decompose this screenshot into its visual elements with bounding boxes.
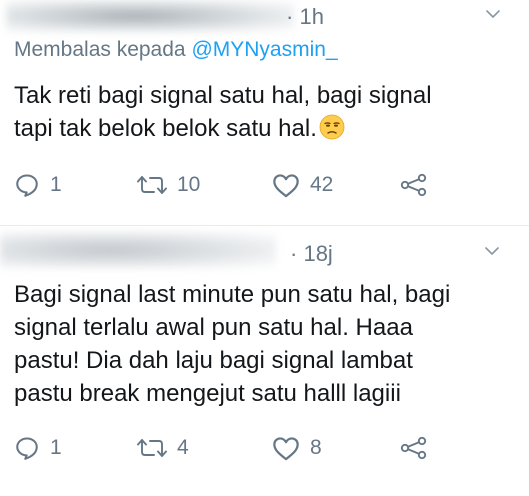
tweet-text: Tak reti bagi signal satu hal, bagi sign… [14, 79, 432, 145]
reply-icon [14, 172, 40, 198]
tweet-text-line: pastu break mengejut satu halll lagiii [14, 380, 401, 407]
tweet[interactable]: · 18j Bagi signal last minute pun satu h… [0, 226, 529, 496]
retweet-count: 4 [177, 436, 189, 459]
share-button[interactable] [400, 168, 428, 202]
like-button[interactable]: 42 [272, 168, 333, 202]
tweet-text-line: tapi tak belok belok satu hal. [14, 115, 317, 142]
reply-icon [14, 435, 40, 461]
like-count: 42 [310, 173, 334, 196]
meta-separator: · [286, 4, 294, 29]
tweet-text-line: Tak reti bagi signal satu hal, bagi sign… [14, 82, 432, 109]
tweet-actions: 1 4 8 [0, 431, 529, 465]
retweet-icon [137, 435, 167, 461]
share-icon [400, 172, 428, 198]
reply-button[interactable]: 1 [14, 168, 62, 202]
like-count: 8 [310, 436, 322, 459]
like-icon [272, 435, 300, 461]
unamused-face-emoji-icon [319, 114, 345, 140]
tweet-text-line: pastu! Dia dah laju bagi signal lambat [14, 347, 413, 374]
reply-prefix: Membalas kepada [14, 38, 186, 61]
reply-count: 1 [50, 173, 62, 196]
tweet-text-line: Bagi signal last minute pun satu hal, ba… [14, 281, 451, 308]
chevron-down-icon[interactable] [485, 6, 501, 22]
tweet-timestamp[interactable]: 18j [303, 241, 332, 266]
tweet-text: Bagi signal last minute pun satu hal, ba… [14, 278, 450, 410]
reply-context: Membalas kepada @MYNyasmin_ [14, 38, 338, 62]
retweet-icon [137, 172, 167, 198]
tweet-text-line: signal terlalu awal pun satu hal. Haaa [14, 314, 413, 341]
like-button[interactable]: 8 [272, 431, 322, 465]
tweet-text-line-with-emoji: tapi tak belok belok satu hal. [14, 112, 432, 145]
tweet[interactable]: · 1h Membalas kepada @MYNyasmin_ Tak ret… [0, 0, 529, 226]
share-button[interactable] [400, 431, 428, 465]
like-icon [272, 172, 300, 198]
retweet-button[interactable]: 10 [137, 168, 200, 202]
retweet-button[interactable]: 4 [137, 431, 189, 465]
chevron-down-icon[interactable] [484, 243, 500, 259]
blurred-author-name [6, 0, 294, 32]
tweet-timestamp[interactable]: 1h [299, 4, 323, 29]
tweet-actions: 1 10 42 [0, 168, 529, 202]
reply-count: 1 [50, 436, 62, 459]
blurred-author-name [0, 232, 276, 268]
reply-handle-link[interactable]: @MYNyasmin_ [191, 38, 337, 61]
meta-separator: · [290, 241, 298, 266]
reply-button[interactable]: 1 [14, 431, 62, 465]
share-icon [400, 435, 428, 461]
tweet-meta: · 18j [290, 241, 333, 267]
tweet-meta: · 1h [286, 4, 324, 30]
retweet-count: 10 [177, 173, 201, 196]
